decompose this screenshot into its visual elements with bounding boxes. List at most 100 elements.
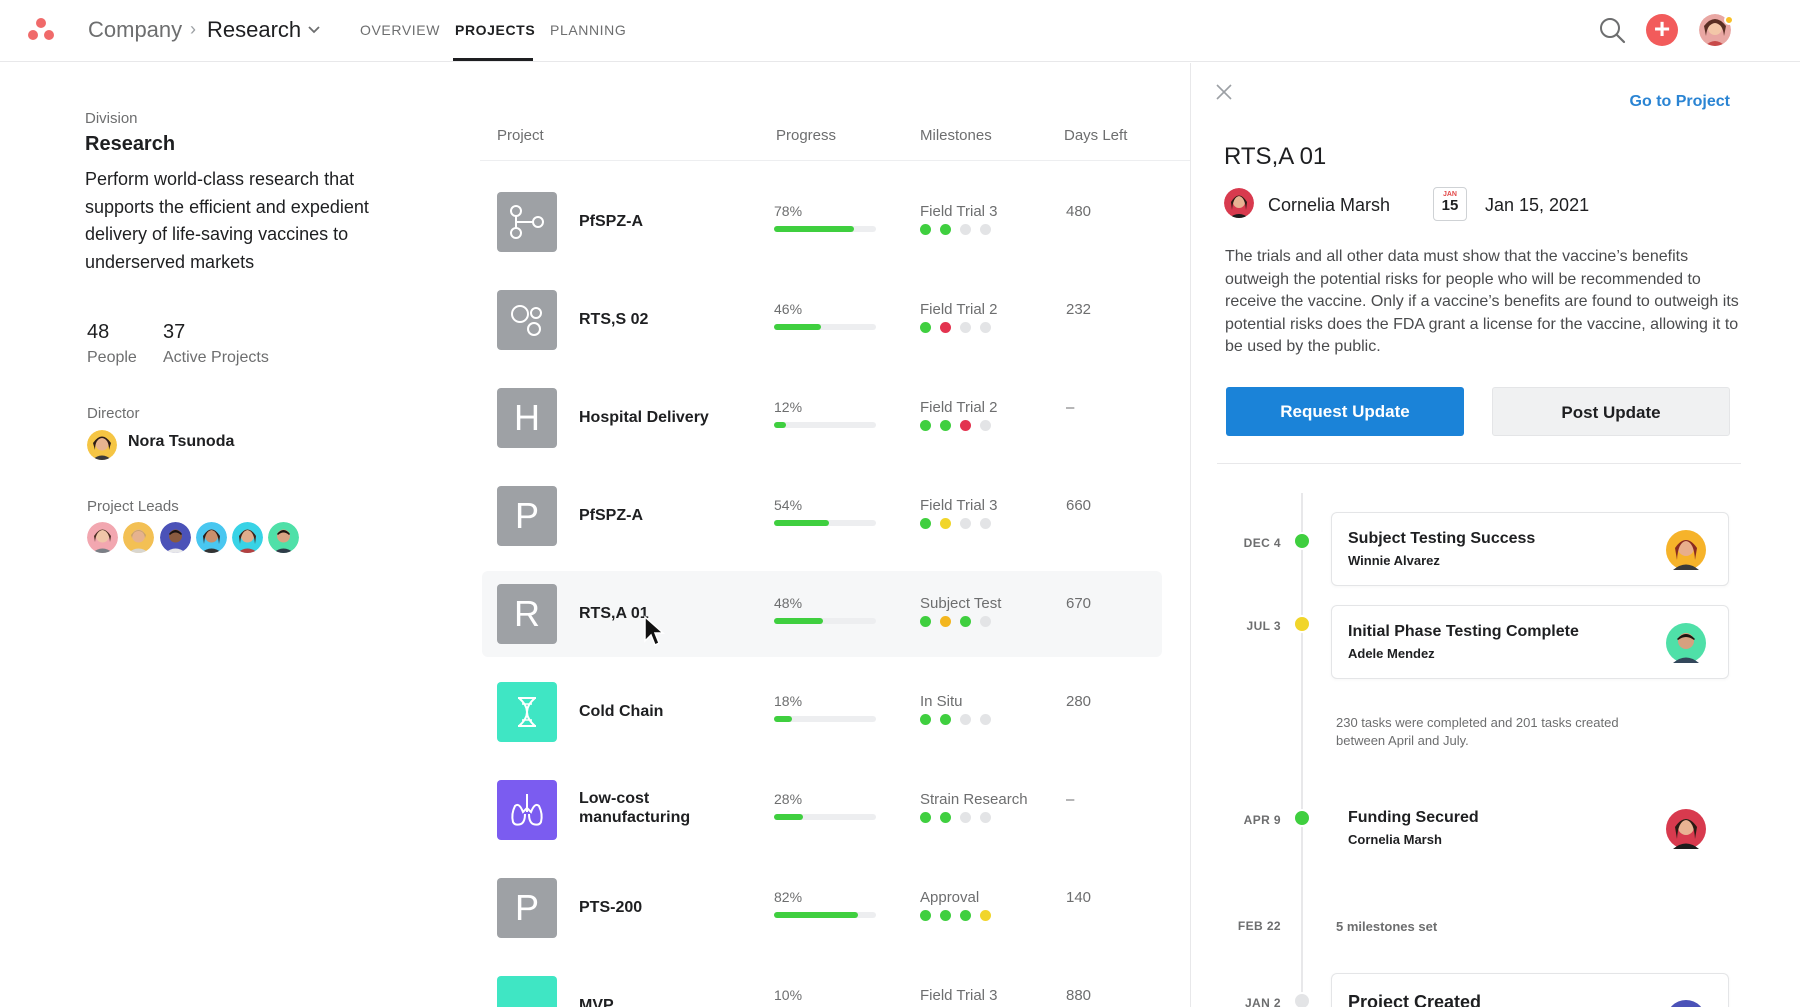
owner-name[interactable]: Cornelia Marsh [1268,195,1390,216]
progress-bar [774,618,876,624]
request-update-button[interactable]: Request Update [1226,387,1464,436]
milestone-label: In Situ [920,693,963,710]
timeline-avatar[interactable] [1666,1000,1706,1007]
milestone-dot [980,714,991,725]
table-row[interactable]: MVP 10% Field Trial 3 880 [482,963,1162,1007]
lead-avatar[interactable] [196,522,227,553]
lead-avatar[interactable] [87,522,118,553]
milestone-dot [980,518,991,529]
chevron-down-icon[interactable] [307,25,321,35]
dna-icon [497,682,557,742]
progress-bar-fill [774,226,854,232]
timeline-avatar[interactable] [1666,623,1706,663]
tab-planning[interactable]: PLANNING [550,22,626,38]
post-update-button[interactable]: Post Update [1492,387,1730,436]
project-initial-tile: H [497,388,557,448]
division-description: Perform world-class research that suppor… [85,169,369,272]
milestone-dot [960,224,971,235]
project-leads-label: Project Leads [87,498,179,515]
search-icon[interactable] [1596,14,1628,46]
go-to-project-link[interactable]: Go to Project [1630,93,1730,111]
breadcrumb-company[interactable]: Company [88,17,182,43]
timeline-card[interactable]: Project Created [1331,973,1729,1007]
project-name[interactable]: PfSPZ-A [579,507,643,525]
milestone-dot [940,420,951,431]
add-button[interactable]: + [1646,14,1678,46]
progress-percent: 28% [774,791,803,807]
timeline-date: APR 9 [1243,813,1281,827]
milestone-dot [960,420,971,431]
progress-bar [774,716,876,722]
timeline-card[interactable]: Funding Secured Cornelia Marsh [1331,791,1729,865]
timeline-avatar[interactable] [1666,530,1706,570]
table-row[interactable]: R RTS,A 01 48% Subject Test 670 [482,571,1162,657]
asana-logo-icon[interactable] [28,18,54,42]
lead-avatar[interactable] [123,522,154,553]
owner-avatar[interactable] [1224,188,1254,218]
project-initial-tile: P [497,878,557,938]
milestone-dot [940,518,951,529]
timeline-date: DEC 4 [1243,536,1281,550]
people-count: 48 [87,321,110,343]
project-name[interactable]: RTS,S 02 [579,311,648,329]
tab-overview[interactable]: OVERVIEW [360,22,440,38]
timeline-card-person: Cornelia Marsh [1348,832,1442,847]
milestone-label: Field Trial 3 [920,497,998,514]
table-row[interactable]: P PfSPZ-A 54% Field Trial 3 660 [482,473,1162,559]
breadcrumb-current[interactable]: Research [207,17,301,43]
milestone-dot [960,812,971,823]
table-row[interactable]: Cold Chain 18% In Situ 280 [482,669,1162,755]
milestone-dot [940,322,951,333]
project-name[interactable]: Low-cost manufacturing [579,789,729,827]
table-row[interactable]: H Hospital Delivery 12% Field Trial 2 – [482,375,1162,461]
timeline-avatar[interactable] [1666,809,1706,849]
timeline-card-title: Project Created [1348,992,1482,1007]
tab-projects[interactable]: PROJECTS [455,22,535,38]
progress-bar [774,324,876,330]
lead-avatar[interactable] [160,522,191,553]
timeline-card[interactable]: Subject Testing Success Winnie Alvarez [1331,512,1729,586]
calendar-icon[interactable]: JAN 15 [1433,187,1467,221]
milestone-dot [940,224,951,235]
project-name[interactable]: RTS,A 01 [579,605,649,623]
milestone-dot [920,518,931,529]
days-left: 670 [1066,595,1092,612]
column-header-project[interactable]: Project [497,127,544,144]
project-name[interactable]: Cold Chain [579,703,663,721]
table-row[interactable]: P PTS-200 82% Approval 140 [482,865,1162,951]
lead-avatar[interactable] [268,522,299,553]
milestone-dot [940,812,951,823]
days-left: 232 [1066,301,1092,318]
days-left: – [1066,791,1075,808]
timeline-date: JUL 3 [1246,619,1281,633]
progress-bar [774,814,876,820]
table-row[interactable]: PfSPZ-A 78% Field Trial 3 480 [482,179,1162,265]
director-name[interactable]: Nora Tsunoda [128,433,234,451]
projects-label: Active Projects [163,349,269,366]
calendar-day: 15 [1441,197,1459,214]
project-tile [497,976,557,1007]
timeline-card[interactable]: Initial Phase Testing Complete Adele Men… [1331,605,1729,679]
project-name[interactable]: MVP [579,997,614,1007]
director-avatar[interactable] [87,430,117,460]
column-header-days-left[interactable]: Days Left [1064,127,1127,144]
milestone-dot [940,616,951,627]
table-row[interactable]: Low-cost manufacturing 28% Strain Resear… [482,767,1162,853]
timeline-date: FEB 22 [1237,919,1281,933]
projects-count: 37 [163,321,186,343]
column-header-progress[interactable]: Progress [776,127,836,144]
column-header-milestones[interactable]: Milestones [920,127,992,144]
milestone-dot [960,714,971,725]
table-row[interactable]: RTS,S 02 46% Field Trial 2 232 [482,277,1162,363]
due-date[interactable]: Jan 15, 2021 [1485,195,1589,216]
people-label: People [87,349,137,366]
close-icon[interactable] [1215,83,1233,101]
days-left: 660 [1066,497,1092,514]
project-name[interactable]: Hospital Delivery [579,409,709,427]
project-name[interactable]: PfSPZ-A [579,213,643,231]
lead-avatar[interactable] [232,522,263,553]
milestone-dot [920,714,931,725]
timeline-status-dot [1293,992,1311,1007]
progress-bar-fill [774,814,803,820]
project-name[interactable]: PTS-200 [579,899,642,917]
